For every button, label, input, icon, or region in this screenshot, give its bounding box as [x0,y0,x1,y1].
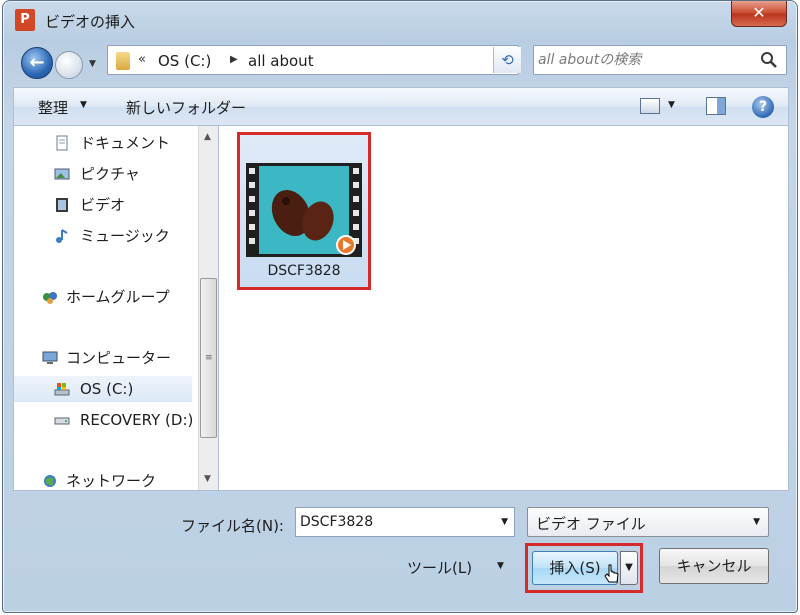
sidebar-item-label: ホームグループ [66,288,170,306]
network-icon [44,475,56,487]
sidebar-scrollbar[interactable]: ▲ ≡ ▼ [198,126,218,490]
scroll-down-icon[interactable]: ▼ [204,474,211,484]
preview-pane-icon[interactable] [706,97,726,115]
folder-icon [116,52,130,70]
document-icon [56,135,68,151]
back-arrow-icon: ← [29,52,45,73]
new-folder-button[interactable]: 新しいフォルダー [126,97,246,118]
insert-highlight: 挿入(S) ▼ [525,543,643,593]
file-list[interactable]: DSCF3828 [218,125,789,491]
breadcrumb-os-c[interactable]: OS (C:) [158,52,211,70]
command-bar: 整理 ▼ 新しいフォルダー ▼ ? [13,87,789,125]
filename-input[interactable] [300,512,480,532]
forward-button[interactable] [55,51,83,79]
search-icon[interactable] [760,51,778,69]
tools-menu[interactable]: ツール(L) [407,557,472,578]
search-box[interactable] [533,45,787,75]
filetype-dropdown-icon[interactable]: ▼ [753,517,760,527]
sidebar-item-label: ドキュメント [80,134,171,152]
music-icon [56,229,68,243]
refresh-button[interactable]: ⟲ [493,47,521,73]
navigation-pane: ドキュメント ピクチャ ビデオ ミュージック ホームグループ コンピューター O… [13,125,218,491]
filetype-value: ビデオ ファイル [536,515,646,533]
homegroup-icon [43,292,57,304]
recent-pages-dropdown[interactable]: ▼ [89,59,96,69]
refresh-icon: ⟲ [501,51,514,69]
filename-dropdown-icon[interactable]: ▼ [501,517,508,527]
organize-menu[interactable]: 整理 [38,97,68,118]
computer-icon [42,351,58,364]
file-item-video[interactable]: DSCF3828 [237,132,371,290]
grip-icon: ≡ [205,353,213,363]
sidebar-item-label: OS (C:) [80,380,134,398]
scroll-up-icon[interactable]: ▲ [204,132,211,142]
change-view-icon[interactable] [640,98,660,114]
help-icon[interactable]: ? [752,96,774,118]
breadcrumb-all-about[interactable]: all about [248,52,314,70]
view-dropdown-icon[interactable]: ▼ [668,100,675,110]
breadcrumb-overflow-icon[interactable]: « [138,52,146,67]
sidebar-item-label: RECOVERY (D:) [80,411,194,429]
sidebar-item-label: ピクチャ [80,165,140,183]
sidebar-item-label: ビデオ [80,196,126,214]
dropdown-arrow-icon: ▼ [625,562,633,573]
sidebar-item-label: ネットワーク [66,472,157,490]
filetype-select[interactable]: ビデオ ファイル ▼ [527,507,769,537]
tools-dropdown-icon[interactable]: ▼ [497,561,504,571]
video-thumbnail-icon [246,163,362,257]
video-icon [56,198,68,212]
file-name-label: DSCF3828 [267,263,341,279]
dialog-title: ビデオの挿入 [45,13,136,31]
sidebar-item-os-c[interactable]: OS (C:) [14,376,192,402]
drive-c-icon [54,383,70,396]
back-button[interactable]: ← [21,47,53,79]
hand-cursor-icon [604,564,619,583]
filename-combobox[interactable]: ▼ [295,507,515,537]
filename-label: ファイル名(N): [181,517,284,535]
organize-dropdown-icon[interactable]: ▼ [80,100,87,110]
drive-d-icon [54,417,70,425]
sidebar-item-label: ミュージック [80,227,170,245]
sidebar-item-label: コンピューター [66,349,172,367]
breadcrumb-separator-icon[interactable]: ▶ [230,54,238,65]
pictures-icon [54,168,70,180]
powerpoint-app-icon: P [15,9,35,31]
search-input[interactable] [538,49,758,71]
insert-video-dialog: P ビデオの挿入 ✕ ← ▼ « OS (C:) ▶ all about ▼ ⟲… [2,0,798,613]
address-bar[interactable]: « OS (C:) ▶ all about ▼ [107,45,519,75]
scrollbar-thumb[interactable]: ≡ [200,278,217,438]
cancel-button[interactable]: キャンセル [659,548,769,584]
close-button[interactable]: ✕ [731,1,787,27]
insert-options-dropdown[interactable]: ▼ [620,551,638,585]
